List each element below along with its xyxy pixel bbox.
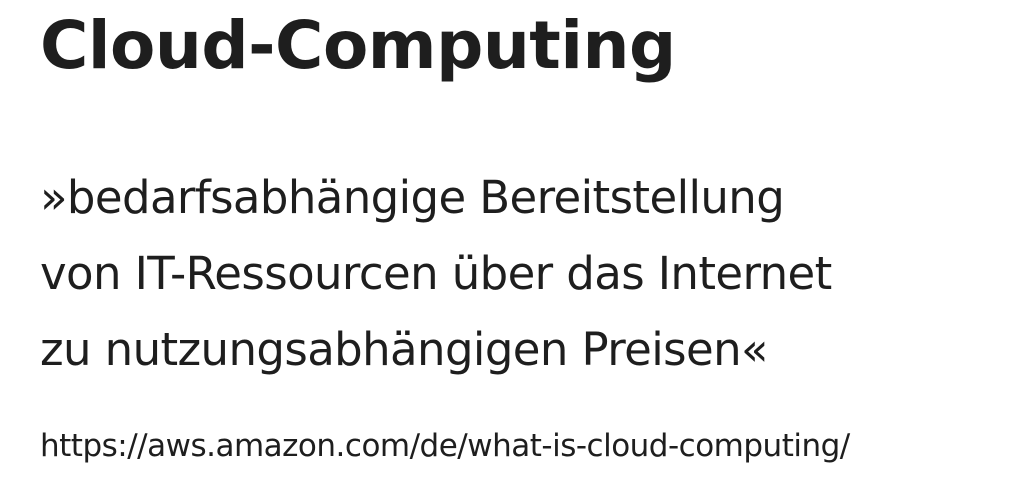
source-url: https://aws.amazon.com/de/what-is-cloud-… bbox=[40, 428, 850, 464]
definition-quote: »bedarfsabhängige Bereitstellung von IT-… bbox=[40, 160, 832, 388]
slide: Cloud-Computing »bedarfsabhängige Bereit… bbox=[0, 0, 1009, 487]
slide-title: Cloud-Computing bbox=[40, 7, 676, 84]
quote-line-3: zu nutzungsabhängigen Preisen« bbox=[40, 323, 769, 376]
quote-line-2: von IT-Ressourcen über das Internet bbox=[40, 247, 832, 300]
quote-line-1: »bedarfsabhängige Bereitstellung bbox=[40, 171, 785, 224]
